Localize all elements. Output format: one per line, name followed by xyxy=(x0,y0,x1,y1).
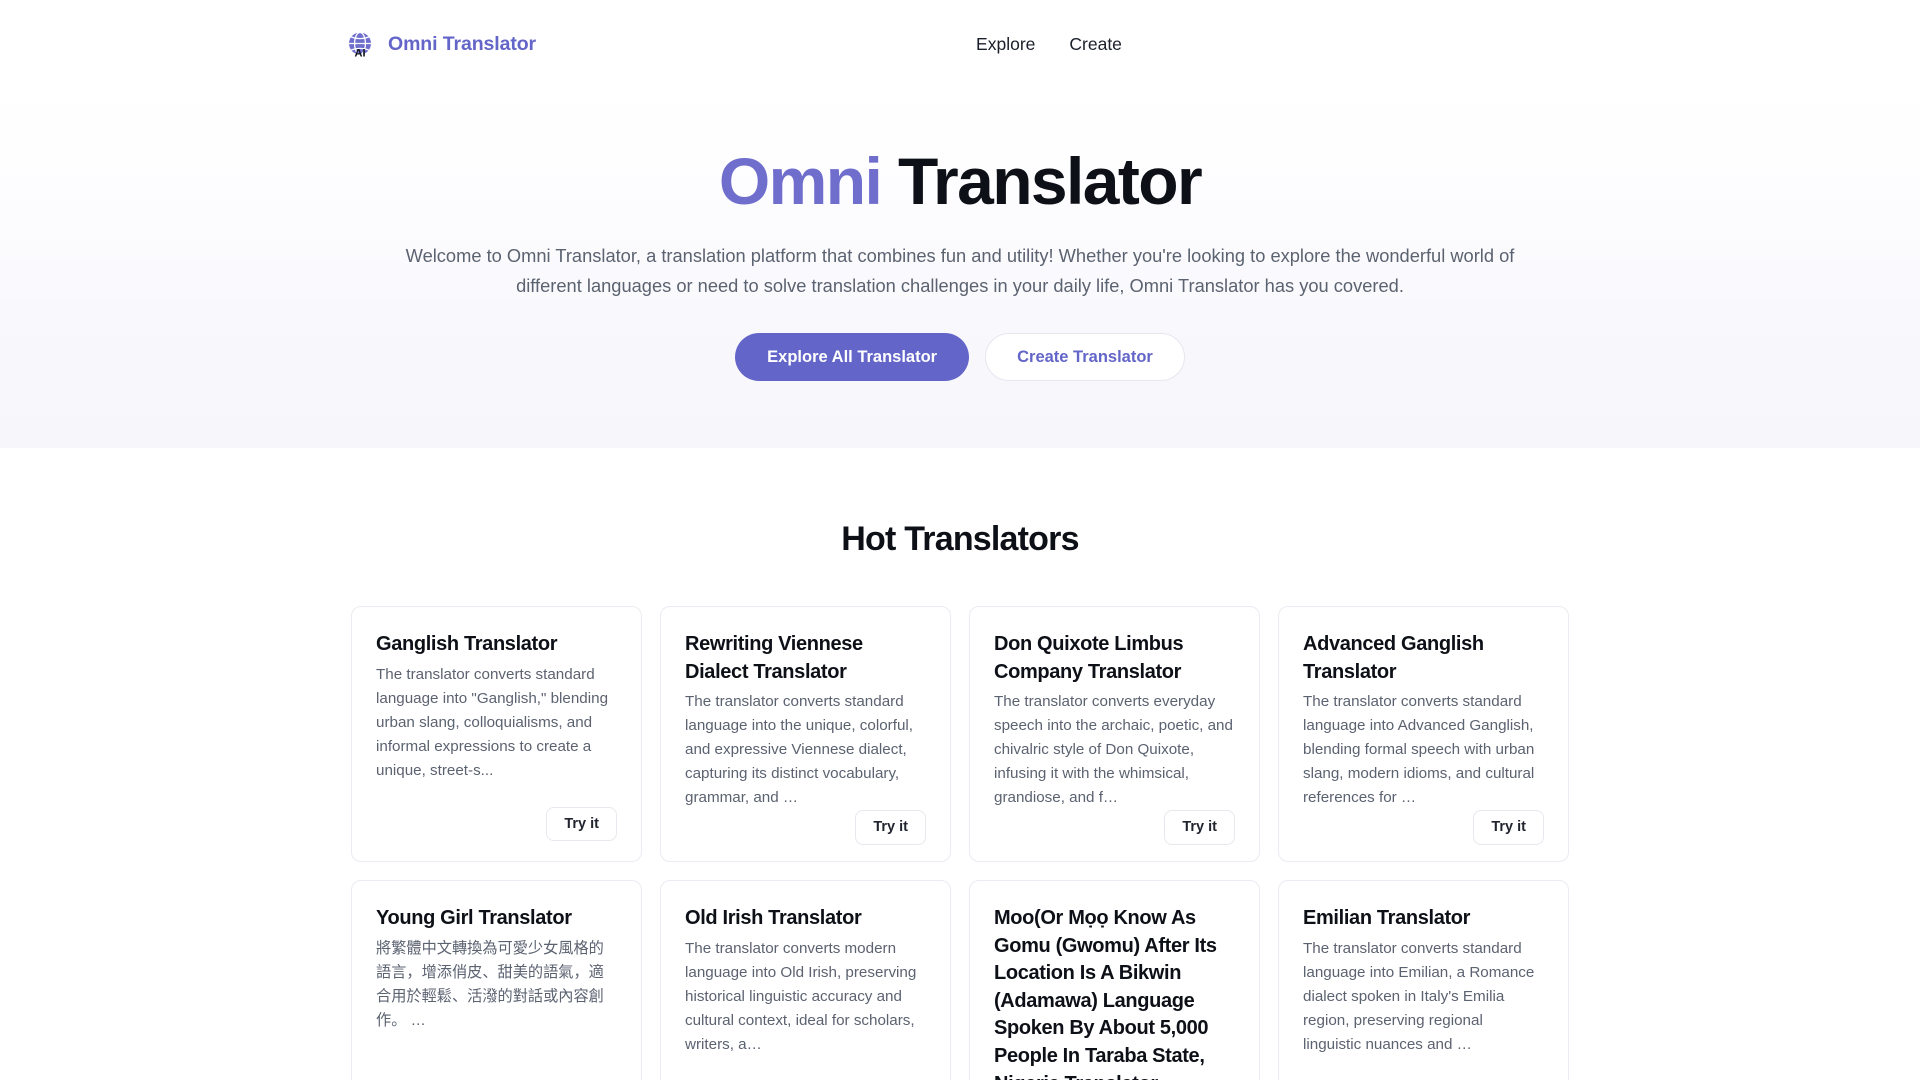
card-title: Ganglish Translator xyxy=(376,633,558,655)
site-header: AI Omni Translator Explore Create xyxy=(0,0,1920,88)
nav-link-explore[interactable]: Explore xyxy=(976,34,1035,55)
nav-link-create[interactable]: Create xyxy=(1069,34,1122,55)
card-title: Emilian Translator xyxy=(1303,907,1471,929)
translator-card[interactable]: Emilian Translator The translator conver… xyxy=(1278,880,1569,1080)
brand-name: Omni Translator xyxy=(388,32,537,55)
section-title: Hot Translators xyxy=(841,520,1079,558)
card-title: Young Girl Translator xyxy=(376,907,572,929)
translator-card[interactable]: Moo(Or Mọọ Know As Gomu (Gwomu) After It… xyxy=(969,880,1260,1080)
globe-ai-icon: AI xyxy=(345,29,375,59)
main-nav: Explore Create xyxy=(976,34,1122,55)
try-it-button[interactable]: Try it xyxy=(1473,810,1544,845)
card-title: Old Irish Translator xyxy=(685,907,862,929)
card-description: The translator converts standard languag… xyxy=(685,693,913,807)
translator-card[interactable]: Old Irish Translator The translator conv… xyxy=(660,880,951,1080)
card-title: Moo(Or Mọọ Know As Gomu (Gwomu) After It… xyxy=(994,907,1217,1080)
card-description: The translator converts standard languag… xyxy=(1303,693,1535,807)
page-title-rest: Translator xyxy=(881,144,1203,218)
card-title: Advanced Ganglish Translator xyxy=(1303,633,1484,683)
try-it-button[interactable]: Try it xyxy=(855,810,926,845)
svg-text:AI: AI xyxy=(355,47,366,59)
explore-all-translator-button[interactable]: Explore All Translator xyxy=(735,332,970,382)
card-footer: Try it xyxy=(994,810,1235,845)
card-footer: Try it xyxy=(1303,810,1544,845)
card-description: The translator converts modern language … xyxy=(685,939,917,1053)
translator-card[interactable]: Young Girl Translator 將繁體中文轉換為可愛少女風格的語言，… xyxy=(351,880,642,1080)
try-it-button[interactable]: Try it xyxy=(1164,810,1235,845)
hero-description: Welcome to Omni Translator, a translatio… xyxy=(405,245,1515,296)
hot-translators-section: Hot Translators Ganglish Translator The … xyxy=(0,448,1920,1080)
hero-section: Omni Translator Welcome to Omni Translat… xyxy=(0,88,1920,448)
card-description: The translator converts standard languag… xyxy=(1303,939,1535,1053)
brand-logo-link[interactable]: AI Omni Translator xyxy=(345,29,536,59)
hero-actions: Explore All Translator Create Translator xyxy=(0,332,1920,382)
page-title-accent: Omni xyxy=(718,144,883,218)
create-translator-button[interactable]: Create Translator xyxy=(985,332,1185,382)
translator-card[interactable]: Ganglish Translator The translator conve… xyxy=(351,606,642,862)
card-description: The translator converts standard languag… xyxy=(376,665,609,779)
translator-card[interactable]: Advanced Ganglish Translator The transla… xyxy=(1278,606,1569,862)
try-it-button[interactable]: Try it xyxy=(546,806,617,841)
translator-card[interactable]: Rewriting Viennese Dialect Translator Th… xyxy=(660,606,951,862)
translator-card[interactable]: Don Quixote Limbus Company Translator Th… xyxy=(969,606,1260,862)
card-title: Don Quixote Limbus Company Translator xyxy=(994,633,1184,683)
card-description: 將繁體中文轉換為可愛少女風格的語言，增添俏皮、甜美的語氣，適合用於輕鬆、活潑的對… xyxy=(376,939,604,1029)
page-title: Omni Translator xyxy=(0,144,1920,218)
card-footer: Try it xyxy=(685,810,926,845)
translator-card-grid: Ganglish Translator The translator conve… xyxy=(351,606,1569,1080)
card-title: Rewriting Viennese Dialect Translator xyxy=(685,633,863,683)
card-description: The translator converts everyday speech … xyxy=(994,693,1233,807)
card-footer: Try it xyxy=(376,806,617,841)
